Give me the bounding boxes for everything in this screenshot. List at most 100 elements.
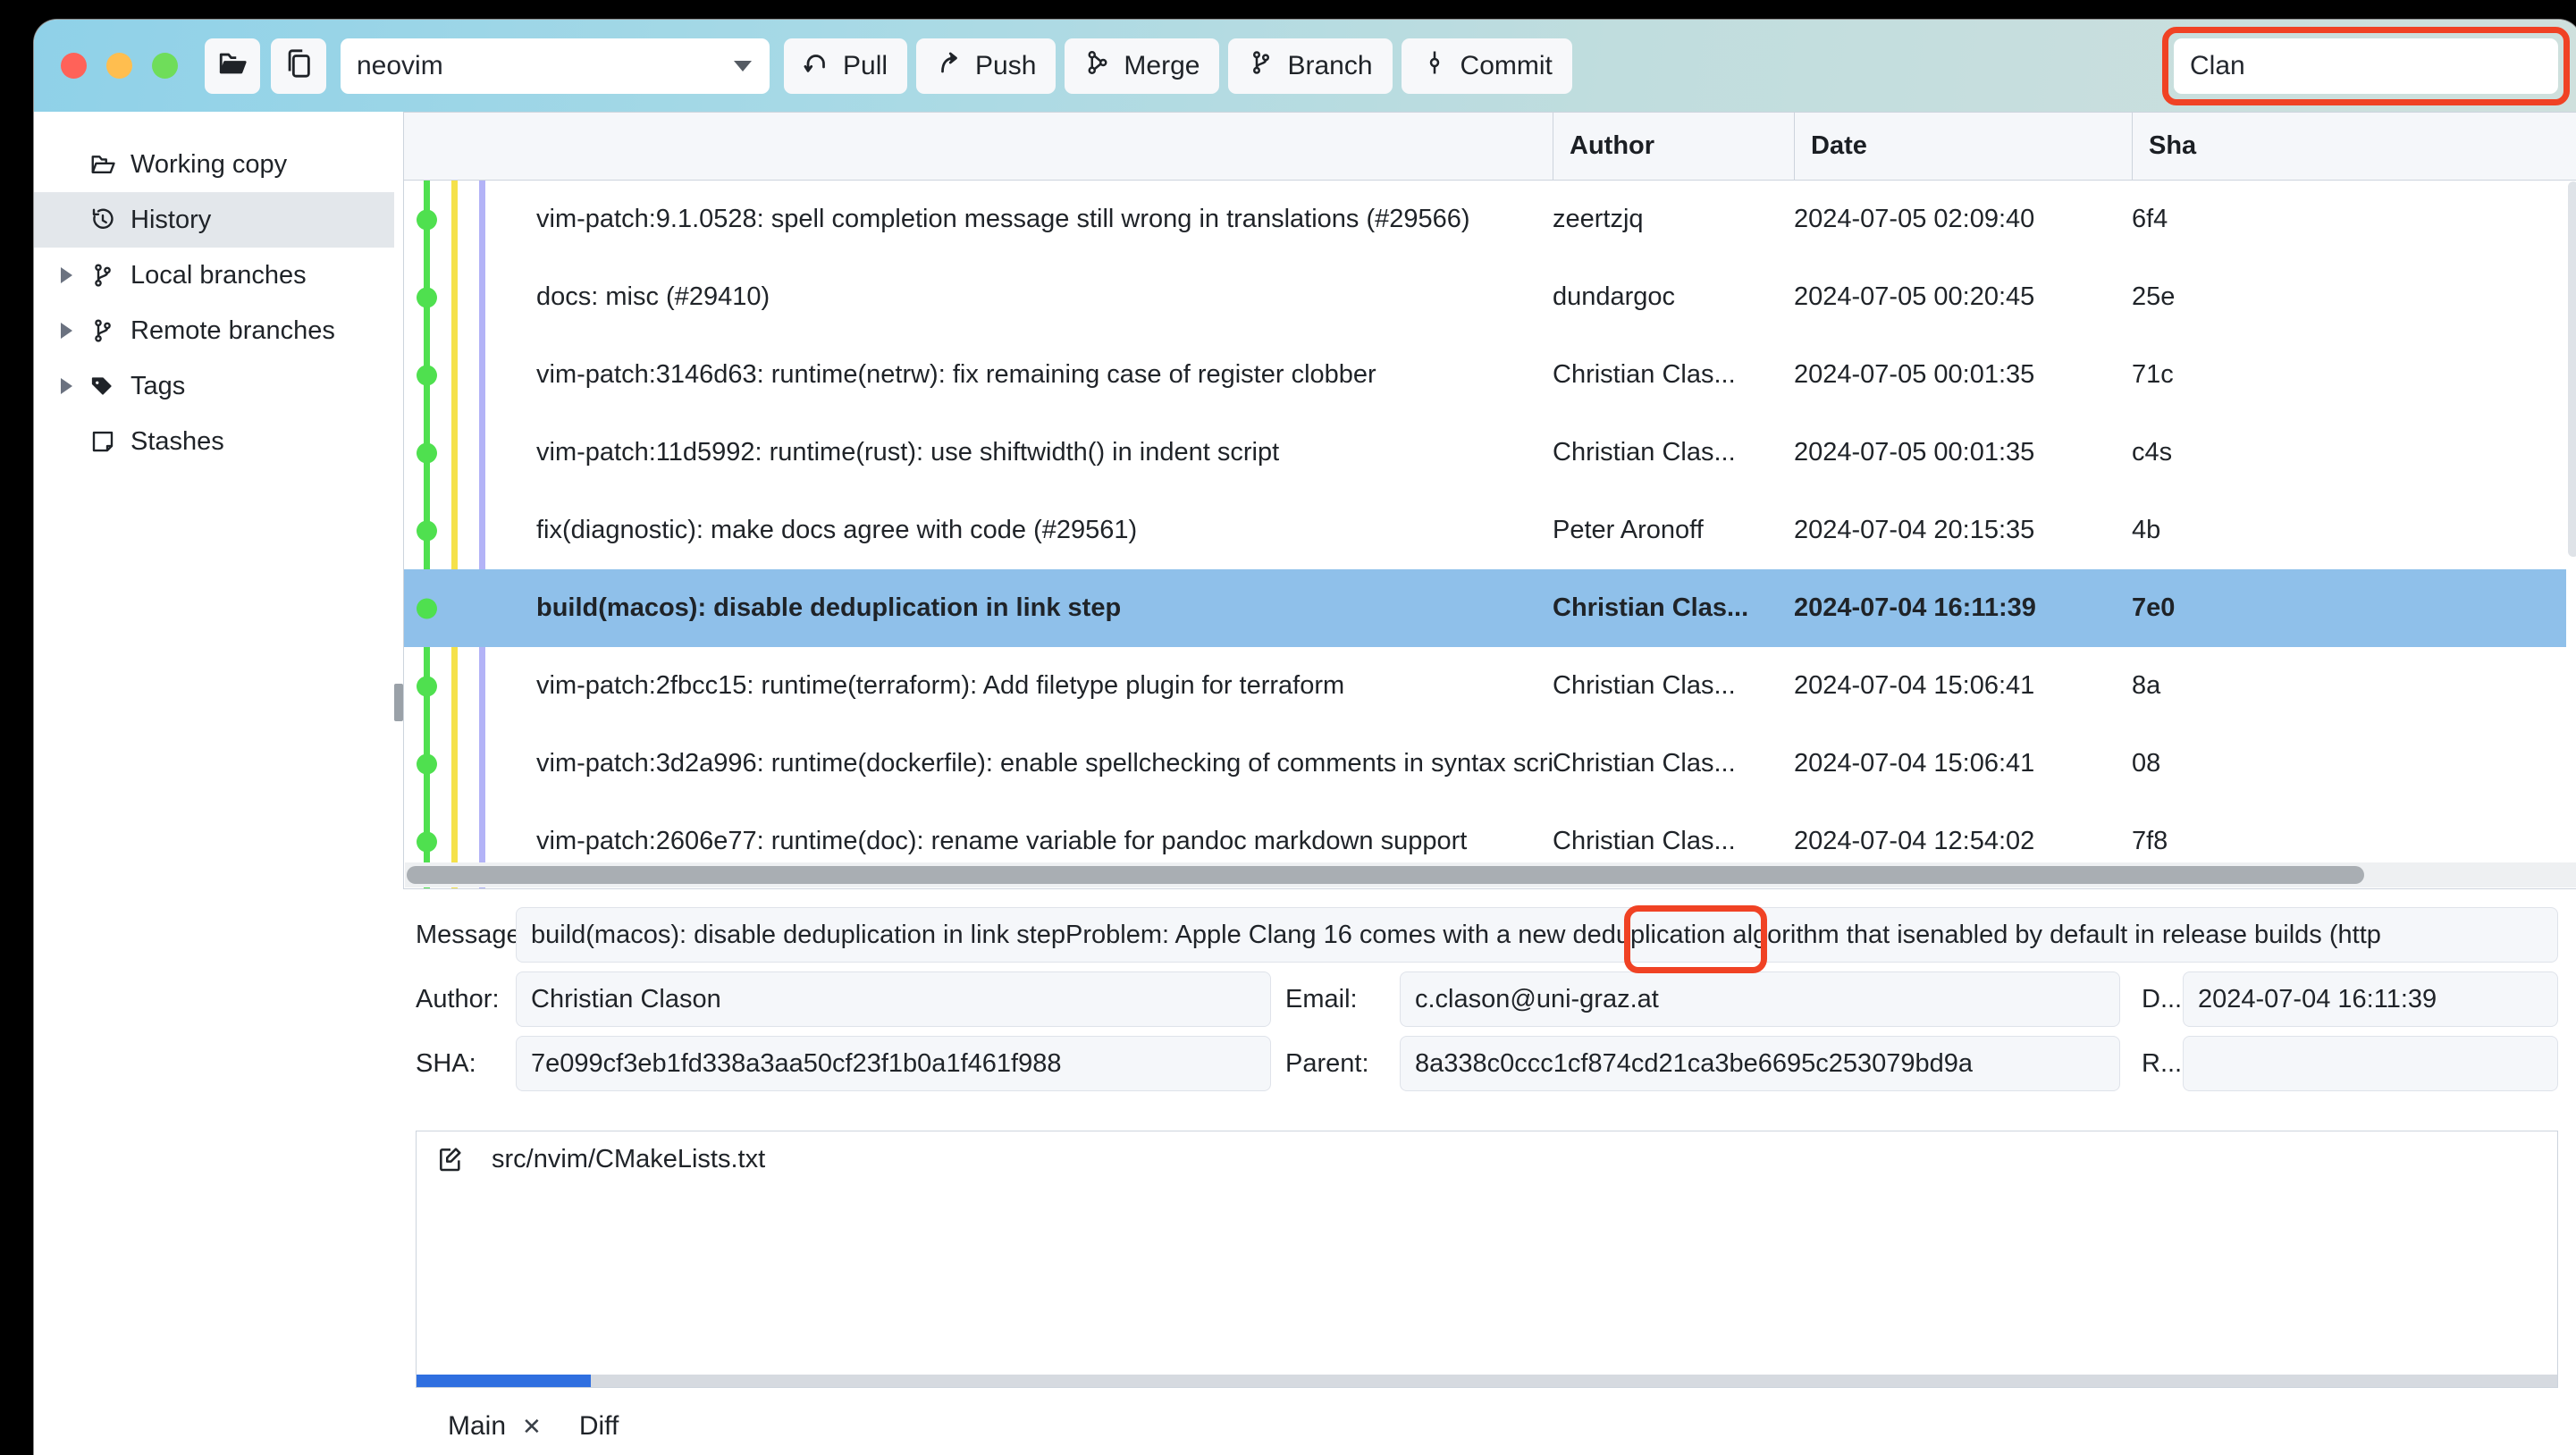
table-row[interactable]: fix(diagnostic): make docs agree with co…: [404, 492, 2576, 569]
commit-sha: 71с: [2132, 360, 2239, 390]
main-pane: Author Date Sha vim-patch:9.1.0528: spel…: [403, 112, 2576, 1455]
date-label: D...: [2133, 985, 2183, 1014]
chevron-right-icon[interactable]: [57, 267, 75, 283]
chevron-right-icon[interactable]: [57, 323, 75, 339]
stash-icon: [88, 428, 118, 455]
commit-author: Christian Clas...: [1553, 671, 1794, 701]
commit-sha: 6f4: [2132, 205, 2239, 234]
commit-date: 2024-07-05 02:09:40: [1794, 205, 2132, 234]
sidebar-item-label: Remote branches: [130, 316, 335, 346]
tab-diff[interactable]: Diff: [579, 1398, 619, 1455]
pull-button[interactable]: Pull: [784, 38, 907, 94]
close-icon[interactable]: ✕: [522, 1413, 542, 1441]
commit-date: 2024-07-05 00:01:35: [1794, 438, 2132, 467]
table-row[interactable]: vim-patch:3d2a996: runtime(dockerfile): …: [404, 725, 2576, 803]
sidebar-item-tags[interactable]: Tags: [34, 358, 394, 414]
commit-sha: 8a: [2132, 671, 2239, 701]
list-item[interactable]: src/nvim/CMakeLists.txt: [417, 1131, 2557, 1187]
changed-files-list: src/nvim/CMakeLists.txt: [416, 1131, 2558, 1388]
message-field[interactable]: build(macos): disable deduplication in l…: [516, 907, 2558, 963]
clone-repository-button[interactable]: [271, 38, 326, 94]
chevron-down-icon: [734, 61, 752, 71]
sidebar-item-label: Working copy: [130, 150, 287, 180]
refs-field[interactable]: [2183, 1036, 2558, 1091]
commit-sha: 7f8: [2132, 827, 2239, 856]
push-button[interactable]: Push: [916, 38, 1056, 94]
detail-row-sha: SHA: 7e099cf3eb1fd338a3aa50cf23f1b0a1f46…: [416, 1036, 2558, 1091]
commit-rows: vim-patch:9.1.0528: spell completion mes…: [404, 181, 2576, 888]
table-row[interactable]: vim-patch:2fbcc15: runtime(terraform): A…: [404, 647, 2576, 725]
commit-author: zeertzjq: [1553, 205, 1794, 234]
commit-subject: fix(diagnostic): make docs agree with co…: [404, 516, 1553, 545]
commit-list-header: Author Date Sha: [404, 113, 2576, 181]
chevron-right-icon[interactable]: [57, 378, 75, 394]
open-folder-icon: [217, 48, 248, 83]
sidebar-item-stashes[interactable]: Stashes: [34, 414, 394, 469]
detail-row-message: Message: build(macos): disable deduplica…: [416, 907, 2558, 963]
table-row[interactable]: docs: misc (#29410) dundargoc 2024-07-05…: [404, 258, 2576, 336]
date-field[interactable]: 2024-07-04 16:11:39: [2183, 971, 2558, 1027]
tag-icon: [88, 373, 118, 399]
file-list-horizontal-scrollbar[interactable]: [417, 1375, 2557, 1387]
scrollbar-thumb[interactable]: [2568, 181, 2576, 557]
merge-button[interactable]: Merge: [1065, 38, 1219, 94]
commit-date: 2024-07-04 15:06:41: [1794, 671, 2132, 701]
search-input[interactable]: [2174, 38, 2558, 94]
table-row-selected[interactable]: build(macos): disable deduplication in l…: [404, 569, 2576, 647]
commit-sha: 7e0: [2132, 593, 2239, 623]
commit-subject: docs: misc (#29410): [404, 282, 1553, 312]
table-row[interactable]: vim-patch:9.1.0528: spell completion mes…: [404, 181, 2576, 258]
repository-selector[interactable]: neovim: [341, 38, 770, 94]
sidebar-item-remote-branches[interactable]: Remote branches: [34, 303, 394, 358]
table-row[interactable]: vim-patch:11d5992: runtime(rust): use sh…: [404, 414, 2576, 492]
commit-details-panel: Message: build(macos): disable deduplica…: [403, 889, 2576, 1116]
tab-main[interactable]: Main ✕: [448, 1398, 542, 1455]
column-header-sha[interactable]: Sha: [2132, 113, 2239, 181]
sha-field[interactable]: 7e099cf3eb1fd338a3aa50cf23f1b0a1f461f988: [516, 1036, 1271, 1091]
commit-button-label: Commit: [1461, 51, 1553, 81]
tab-label: Main: [448, 1411, 506, 1442]
commit-list-vertical-scrollbar[interactable]: [2566, 181, 2576, 862]
commit-subject: build(macos): disable deduplication in l…: [404, 593, 1553, 623]
column-header-author[interactable]: Author: [1553, 113, 1794, 181]
folder-open-icon: [88, 151, 118, 178]
commit-subject: vim-patch:9.1.0528: spell completion mes…: [404, 205, 1553, 234]
commit-author: Christian Clas...: [1553, 438, 1794, 467]
parent-field[interactable]: 8a338c0ccc1cf874cd21ca3be6695c253079bd9a: [1400, 1036, 2120, 1091]
author-field[interactable]: Christian Clason: [516, 971, 1271, 1027]
commit-subject: vim-patch:2606e77: runtime(doc): rename …: [404, 827, 1553, 856]
branch-button[interactable]: Branch: [1228, 38, 1392, 94]
commit-sha: c4ѕ: [2132, 438, 2239, 467]
commit-button[interactable]: Commit: [1402, 38, 1572, 94]
scrollbar-thumb[interactable]: [417, 1375, 591, 1387]
sidebar-item-working-copy[interactable]: Working copy: [34, 137, 394, 192]
sidebar-item-local-branches[interactable]: Local branches: [34, 248, 394, 303]
sidebar-splitter[interactable]: [394, 112, 403, 1455]
commit-date: 2024-07-04 15:06:41: [1794, 749, 2132, 778]
close-window-button[interactable]: [61, 53, 87, 79]
push-button-label: Push: [975, 51, 1036, 81]
message-label: Message:: [416, 921, 516, 950]
column-header-date[interactable]: Date: [1794, 113, 2132, 181]
commit-list-horizontal-scrollbar[interactable]: [405, 862, 2576, 887]
maximize-window-button[interactable]: [152, 53, 178, 79]
commit-sha: 4b: [2132, 516, 2239, 545]
sidebar-item-history[interactable]: History: [34, 192, 394, 248]
pull-button-label: Pull: [843, 51, 888, 81]
sidebar-item-label: Local branches: [130, 261, 307, 290]
commit-author: Christian Clas...: [1553, 593, 1794, 623]
minimize-window-button[interactable]: [106, 53, 132, 79]
edit-file-icon: [436, 1145, 465, 1173]
table-row[interactable]: vim-patch:3146d63: runtime(netrw): fix r…: [404, 336, 2576, 414]
commit-date: 2024-07-04 20:15:35: [1794, 516, 2132, 545]
copy-repo-icon: [283, 48, 314, 83]
scrollbar-thumb[interactable]: [407, 866, 2364, 884]
column-header-graph[interactable]: [404, 113, 1553, 181]
merge-icon: [1084, 48, 1111, 84]
push-arrow-icon: [936, 48, 963, 84]
email-field[interactable]: c.clason@uni-graz.at: [1400, 971, 2120, 1027]
window-controls[interactable]: [61, 53, 178, 79]
commit-sha: 25е: [2132, 282, 2239, 312]
open-repository-button[interactable]: [205, 38, 260, 94]
splitter-grip[interactable]: [394, 684, 403, 721]
